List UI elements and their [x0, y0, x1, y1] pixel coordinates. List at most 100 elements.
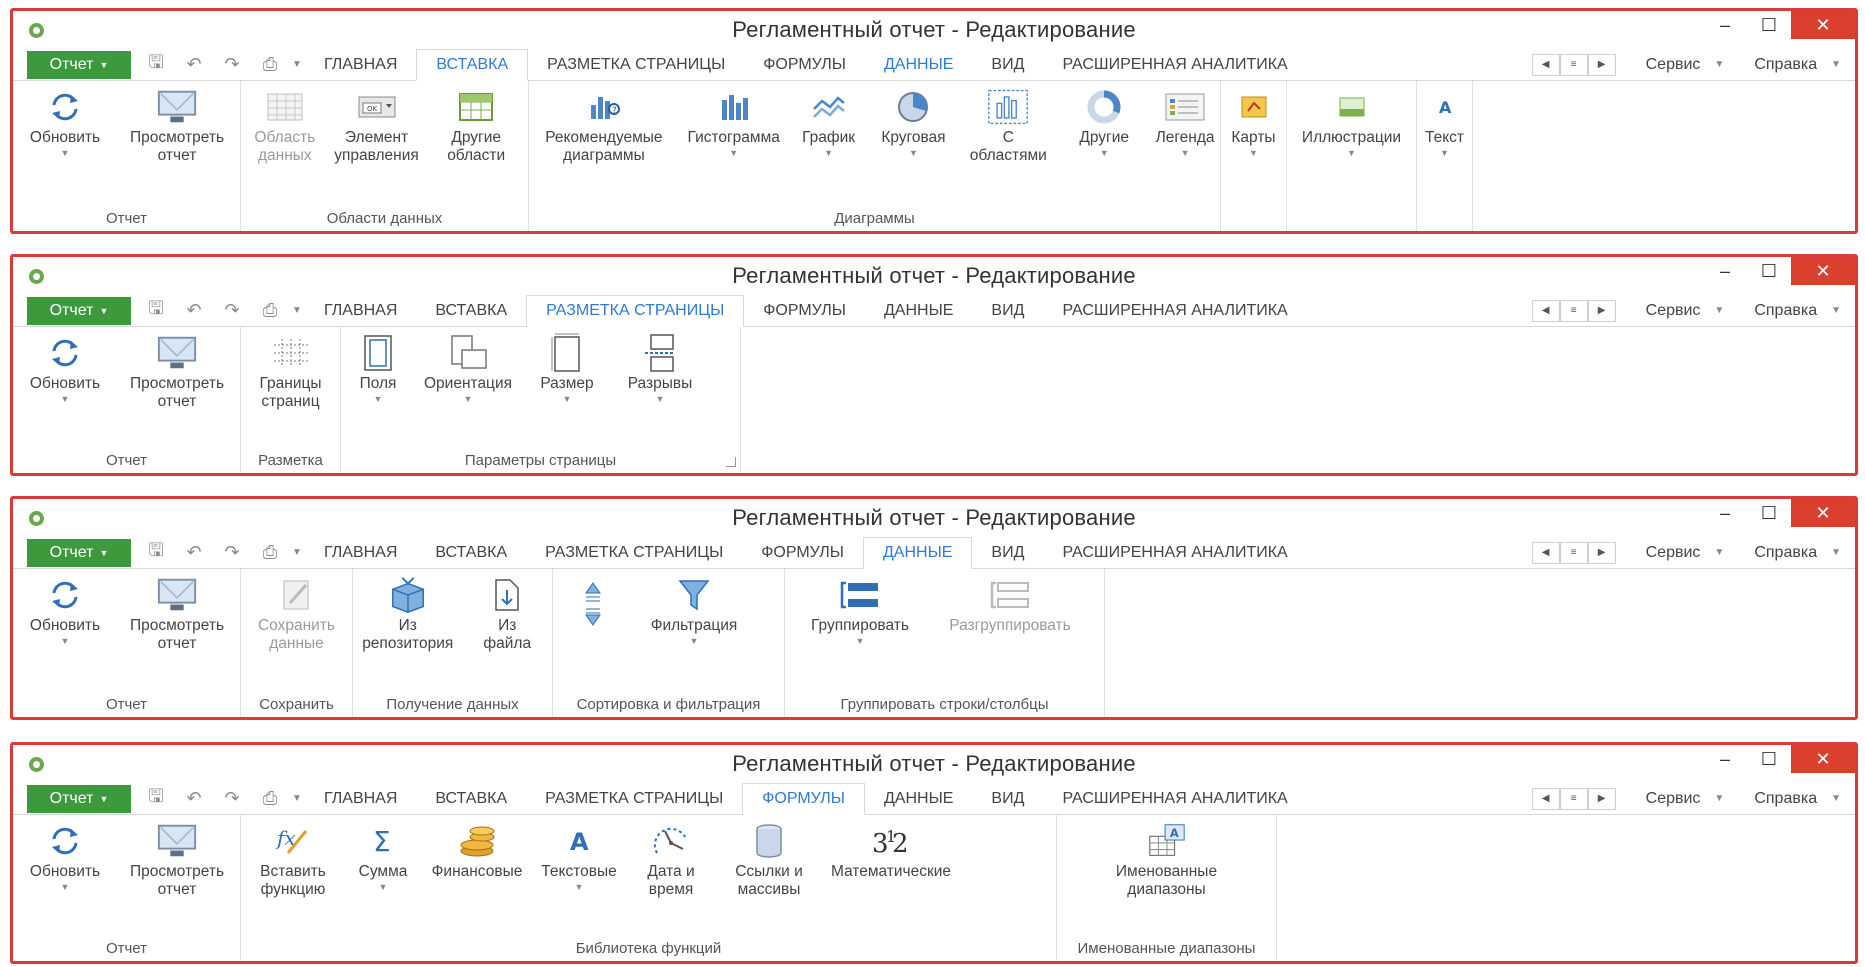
tab-view[interactable]: ВИД	[972, 295, 1043, 326]
from-file-button[interactable]: Из файла	[462, 569, 552, 717]
service-menu[interactable]: Сервис	[1646, 544, 1701, 562]
ungroup-button[interactable]: Разгруппировать	[935, 569, 1085, 717]
area-chart-button[interactable]: С областями	[958, 81, 1058, 231]
save-icon[interactable]: 🖫	[137, 296, 175, 326]
list-icon[interactable]: ≡	[1559, 787, 1588, 810]
view-report-button[interactable]: Просмотреть отчет	[117, 569, 237, 717]
undo-icon[interactable]: ↶	[175, 54, 213, 75]
report-menu-button[interactable]: Отчет ▼	[27, 539, 131, 567]
tab-data[interactable]: ДАННЫЕ	[862, 537, 973, 569]
list-icon[interactable]: ≡	[1559, 541, 1588, 564]
list-icon[interactable]: ≡	[1559, 299, 1588, 322]
undo-icon[interactable]: ↶	[175, 542, 213, 563]
save-icon[interactable]: 🖫	[137, 538, 175, 568]
redo-icon[interactable]: ↷	[213, 300, 251, 321]
service-menu[interactable]: Сервис	[1646, 56, 1701, 74]
qat-dropdown-icon[interactable]: ▼	[289, 547, 305, 558]
refresh-button[interactable]: Обновить ▼	[13, 569, 117, 717]
scroll-left-icon[interactable]: ◀	[1531, 53, 1560, 76]
tab-insert[interactable]: ВСТАВКА	[416, 537, 526, 568]
legend-button[interactable]: Легенда ▼	[1150, 81, 1220, 231]
tab-page-layout[interactable]: РАЗМЕТКА СТРАНИЦЫ	[526, 295, 745, 327]
other-areas-button[interactable]: Другие области	[424, 81, 528, 231]
chevron-down-icon[interactable]: ▼	[1714, 547, 1724, 558]
chevron-down-icon[interactable]: ▼	[1831, 793, 1841, 804]
tab-data[interactable]: ДАННЫЕ	[865, 295, 972, 326]
tab-insert[interactable]: ВСТАВКА	[416, 49, 529, 81]
recommended-charts-button[interactable]: ? Рекомендуемые диаграммы	[529, 81, 679, 231]
service-menu[interactable]: Сервис	[1646, 790, 1701, 808]
scroll-right-icon[interactable]: ▶	[1587, 787, 1616, 810]
illustrations-button[interactable]: Иллюстрации ▼	[1287, 81, 1416, 231]
close-button[interactable]: ✕	[1791, 257, 1855, 285]
view-report-button[interactable]: Просмотреть отчет	[117, 81, 237, 231]
pie-chart-button[interactable]: Круговая ▼	[869, 81, 959, 231]
tab-insert[interactable]: ВСТАВКА	[416, 295, 526, 326]
redo-icon[interactable]: ↷	[213, 788, 251, 809]
redo-icon[interactable]: ↷	[213, 54, 251, 75]
tab-view[interactable]: ВИД	[972, 783, 1043, 814]
tab-advanced-analytics[interactable]: РАСШИРЕННАЯ АНАЛИТИКА	[1043, 537, 1306, 568]
other-charts-button[interactable]: Другие ▼	[1058, 81, 1150, 231]
save-data-button[interactable]: Сохранить данные	[241, 569, 352, 717]
tab-formulas[interactable]: ФОРМУЛЫ	[742, 537, 863, 568]
control-element-button[interactable]: OK Элемент управления	[329, 81, 425, 231]
tab-insert[interactable]: ВСТАВКА	[416, 783, 526, 814]
maps-button[interactable]: Карты ▼	[1221, 81, 1286, 231]
maximize-button[interactable]: ☐	[1747, 257, 1791, 285]
service-menu[interactable]: Сервис	[1646, 302, 1701, 320]
scroll-right-icon[interactable]: ▶	[1587, 541, 1616, 564]
tab-data[interactable]: ДАННЫЕ	[865, 49, 972, 80]
minimize-button[interactable]: –	[1703, 257, 1747, 285]
tab-formulas[interactable]: ФОРМУЛЫ	[742, 783, 865, 815]
print-icon[interactable]: ⎙	[251, 54, 289, 75]
maximize-button[interactable]: ☐	[1747, 499, 1791, 527]
sort-buttons[interactable]	[553, 569, 633, 717]
tab-page-layout[interactable]: РАЗМЕТКА СТРАНИЦЫ	[526, 783, 742, 814]
refresh-button[interactable]: Обновить ▼	[13, 81, 117, 231]
qat-dropdown-icon[interactable]: ▼	[289, 305, 305, 316]
histogram-button[interactable]: Гистограмма ▼	[679, 81, 789, 231]
save-icon[interactable]: 🖫	[137, 784, 175, 814]
tab-page-layout[interactable]: РАЗМЕТКА СТРАНИЦЫ	[526, 537, 742, 568]
from-repository-button[interactable]: Из репозитория	[353, 569, 462, 717]
help-menu[interactable]: Справка	[1754, 302, 1817, 320]
tab-advanced-analytics[interactable]: РАСШИРЕННАЯ АНАЛИТИКА	[1043, 783, 1306, 814]
tab-home[interactable]: ГЛАВНАЯ	[305, 783, 416, 814]
tab-page-layout[interactable]: РАЗМЕТКА СТРАНИЦЫ	[528, 49, 744, 80]
tab-data[interactable]: ДАННЫЕ	[865, 783, 972, 814]
maximize-button[interactable]: ☐	[1747, 11, 1791, 39]
group-button[interactable]: Группировать ▼	[785, 569, 935, 717]
redo-icon[interactable]: ↷	[213, 542, 251, 563]
tab-home[interactable]: ГЛАВНАЯ	[305, 49, 416, 80]
undo-icon[interactable]: ↶	[175, 788, 213, 809]
minimize-button[interactable]: –	[1703, 499, 1747, 527]
tab-formulas[interactable]: ФОРМУЛЫ	[744, 295, 865, 326]
print-icon[interactable]: ⎙	[251, 788, 289, 809]
minimize-button[interactable]: –	[1703, 745, 1747, 773]
print-icon[interactable]: ⎙	[251, 542, 289, 563]
tab-advanced-analytics[interactable]: РАСШИРЕННАЯ АНАЛИТИКА	[1043, 295, 1306, 326]
data-area-button[interactable]: Область данных	[241, 81, 329, 231]
maximize-button[interactable]: ☐	[1747, 745, 1791, 773]
tab-view[interactable]: ВИД	[972, 537, 1043, 568]
minimize-button[interactable]: –	[1703, 11, 1747, 39]
dialog-launcher-icon[interactable]	[726, 457, 736, 467]
close-button[interactable]: ✕	[1791, 499, 1855, 527]
filter-button[interactable]: Фильтрация ▼	[633, 569, 755, 717]
close-button[interactable]: ✕	[1791, 745, 1855, 773]
help-menu[interactable]: Справка	[1754, 56, 1817, 74]
tab-advanced-analytics[interactable]: РАСШИРЕННАЯ АНАЛИТИКА	[1043, 49, 1306, 80]
tab-home[interactable]: ГЛАВНАЯ	[305, 295, 416, 326]
scroll-right-icon[interactable]: ▶	[1587, 299, 1616, 322]
report-menu-button[interactable]: Отчет ▼	[27, 51, 131, 79]
list-icon[interactable]: ≡	[1559, 53, 1588, 76]
undo-icon[interactable]: ↶	[175, 300, 213, 321]
chevron-down-icon[interactable]: ▼	[1831, 59, 1841, 70]
chevron-down-icon[interactable]: ▼	[1714, 305, 1724, 316]
scroll-left-icon[interactable]: ◀	[1531, 541, 1560, 564]
tab-formulas[interactable]: ФОРМУЛЫ	[744, 49, 865, 80]
text-button[interactable]: A Текст ▼	[1417, 81, 1472, 231]
tab-view[interactable]: ВИД	[972, 49, 1043, 80]
line-chart-button[interactable]: График ▼	[789, 81, 869, 231]
